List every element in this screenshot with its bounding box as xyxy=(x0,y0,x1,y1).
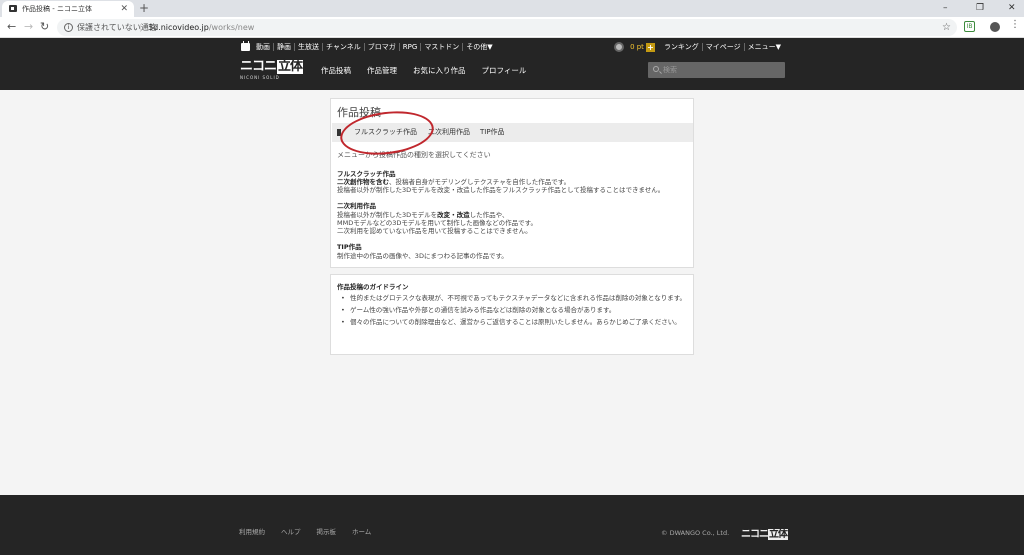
nav-post-work[interactable]: 作品投稿 xyxy=(321,65,351,76)
guidelines-title: 作品投稿のガイドライン xyxy=(337,283,409,291)
mypage-link[interactable]: マイページ xyxy=(703,43,745,51)
footer-links: 利用規約 ヘルプ 掲示板 ホーム xyxy=(239,526,387,536)
footer-logo-box: 立体 xyxy=(768,529,788,540)
browser-menu-icon[interactable]: ⋮ xyxy=(1010,19,1020,30)
info-icon[interactable]: i xyxy=(64,23,73,32)
bold-text: 改変・改造 xyxy=(437,211,470,219)
search-icon xyxy=(653,66,659,72)
guideline-item: 性的またはグロテスクな表現が、不可視であってもテクスチャデータなどに含まれる作品… xyxy=(341,293,691,303)
ranking-link[interactable]: ランキング xyxy=(661,43,703,51)
text-line: した作品や、 xyxy=(469,211,509,219)
section-heading-full-scratch: フルスクラッチ作品 xyxy=(337,170,396,178)
address-separator: | xyxy=(139,23,142,32)
service-nav: 動画 静画 生放送 チャンネル ブロマガ RPG マストドン その他▼ xyxy=(241,41,496,53)
site-header: 動画 静画 生放送 チャンネル ブロマガ RPG マストドン その他▼ 0 pt… xyxy=(0,38,1024,90)
guidelines-list: 性的またはグロテスクな表現が、不可視であってもテクスチャデータなどに含まれる作品… xyxy=(341,293,691,329)
tab-derivative[interactable]: 二次利用作品 xyxy=(428,123,470,142)
service-link-channel[interactable]: チャンネル xyxy=(323,43,365,51)
footer-link-forum[interactable]: 掲示板 xyxy=(317,526,337,536)
url-host: 3d.nicovideo.jp xyxy=(148,23,209,32)
text-line: 二次利用を認めていない作品を用いて投稿することはできません。 xyxy=(337,227,532,235)
search-placeholder: 検索 xyxy=(663,66,677,74)
section-text-full-scratch: 二次創作物を含む、投稿者自身がモデリングしテクスチャを自作した作品です。 投稿者… xyxy=(337,178,692,194)
forward-arrow-icon[interactable]: → xyxy=(24,19,33,35)
favicon-icon xyxy=(9,5,17,12)
account-avatar-icon[interactable] xyxy=(990,22,1000,32)
browser-tabbar: 作品投稿 - ニコニ立体 ✕ + – ❐ ✕ xyxy=(0,0,1024,17)
logo-text: ニコニ xyxy=(240,59,277,74)
user-nav: 0 pt + ランキング マイページ メニュー▼ xyxy=(614,41,784,53)
tab-close-icon[interactable]: ✕ xyxy=(120,1,128,17)
tab-tip[interactable]: TIP作品 xyxy=(480,123,505,142)
bookmark-star-icon[interactable]: ☆ xyxy=(942,19,951,36)
service-link-more[interactable]: その他▼ xyxy=(463,43,495,51)
section-heading-tip: TIP作品 xyxy=(337,243,362,251)
url-path: /works/new xyxy=(208,23,255,32)
service-link-video[interactable]: 動画 xyxy=(253,43,274,51)
menu-dropdown[interactable]: メニュー▼ xyxy=(745,43,784,51)
main-nav: 作品投稿 作品管理 お気に入り作品 プロフィール xyxy=(321,65,542,76)
footer-link-home[interactable]: ホーム xyxy=(352,526,371,536)
text-line: MMDモデルなどの3Dモデルを用いて制作した画像などの作品です。 xyxy=(337,219,538,227)
text-line: 投稿者以外が制作した3Dモデルを改変・改造した作品をフルスクラッチ作品として投稿… xyxy=(337,186,665,194)
search-input[interactable]: 検索 xyxy=(648,62,785,78)
guidelines-panel: 作品投稿のガイドライン 性的またはグロテスクな表現が、不可視であってもテクスチャ… xyxy=(330,274,694,355)
service-link-blomaga[interactable]: ブロマガ xyxy=(365,43,400,51)
browser-toolbar: ← → ↻ i 保護されていない通信 | 3d.nicovideo.jp/wor… xyxy=(0,17,1024,38)
security-label: 保護されていない通信 xyxy=(77,23,157,32)
reload-icon[interactable]: ↻ xyxy=(40,19,49,35)
section-heading-derivative: 二次利用作品 xyxy=(337,202,376,210)
service-link-live[interactable]: 生放送 xyxy=(295,43,323,51)
guideline-item: ゲーム性の強い作品や外部との通信を試みる作品などは削除の対象となる場合があります… xyxy=(341,305,691,315)
add-points-button[interactable]: + xyxy=(645,42,655,52)
section-text-derivative: 投稿者以外が制作した3Dモデルを改変・改造した作品や、 MMDモデルなどの3Dモ… xyxy=(337,211,692,235)
site-footer: 利用規約 ヘルプ 掲示板 ホーム © DWANGO Co., Ltd. ニコニ立… xyxy=(0,495,1024,555)
service-link-rpg[interactable]: RPG xyxy=(400,43,422,51)
guideline-item: 個々の作品についての削除理由など、運営からご返信することは原則いたしません。あら… xyxy=(341,317,691,327)
logo-box-text: 立体 xyxy=(277,59,303,74)
footer-logo-text: ニコニ xyxy=(741,529,769,540)
points-value: 0 pt xyxy=(630,43,644,51)
service-link-seiga[interactable]: 静画 xyxy=(274,43,295,51)
window-close-button[interactable]: ✕ xyxy=(1008,0,1016,16)
footer-logo[interactable]: ニコニ立体 xyxy=(741,525,788,540)
point-icon xyxy=(614,42,625,52)
new-tab-button[interactable]: + xyxy=(139,0,149,16)
tab-title: 作品投稿 - ニコニ立体 xyxy=(22,5,92,13)
nav-profile[interactable]: プロフィール xyxy=(482,65,527,76)
text-line: 、投稿者自身がモデリングしテクスチャを自作した作品です。 xyxy=(389,178,571,186)
restore-button[interactable]: ❐ xyxy=(976,0,984,16)
niconico-tv-icon[interactable] xyxy=(241,41,250,51)
back-arrow-icon[interactable]: ← xyxy=(7,19,16,35)
browser-tab[interactable]: 作品投稿 - ニコニ立体 ✕ xyxy=(2,1,134,17)
minimize-button[interactable]: – xyxy=(943,0,948,16)
nav-manage-works[interactable]: 作品管理 xyxy=(367,65,397,76)
logo-subtext: NICONI SOLID xyxy=(240,75,280,80)
footer-link-terms[interactable]: 利用規約 xyxy=(239,526,265,536)
url-text: 3d.nicovideo.jp/works/new xyxy=(148,19,254,36)
service-link-mastodon[interactable]: マストドン xyxy=(421,43,464,51)
nav-favorites[interactable]: お気に入り作品 xyxy=(413,65,466,76)
niconi-solid-logo[interactable]: ニコニ 立体 NICONI SOLID xyxy=(240,60,306,84)
section-text-tip: 制作途中の作品の画像や、3Dにまつわる記事の作品です。 xyxy=(337,252,692,260)
address-bar[interactable]: i 保護されていない通信 | 3d.nicovideo.jp/works/new… xyxy=(57,19,957,36)
extension-icon[interactable]: IB xyxy=(964,21,975,32)
text-line: 投稿者以外が制作した3Dモデルを xyxy=(337,211,438,219)
copyright: © DWANGO Co., Ltd. xyxy=(661,529,730,537)
text-line: 制作途中の作品の画像や、3Dにまつわる記事の作品です。 xyxy=(337,252,508,260)
bold-text: 二次創作物を含む xyxy=(337,178,389,186)
footer-link-help[interactable]: ヘルプ xyxy=(281,526,301,536)
